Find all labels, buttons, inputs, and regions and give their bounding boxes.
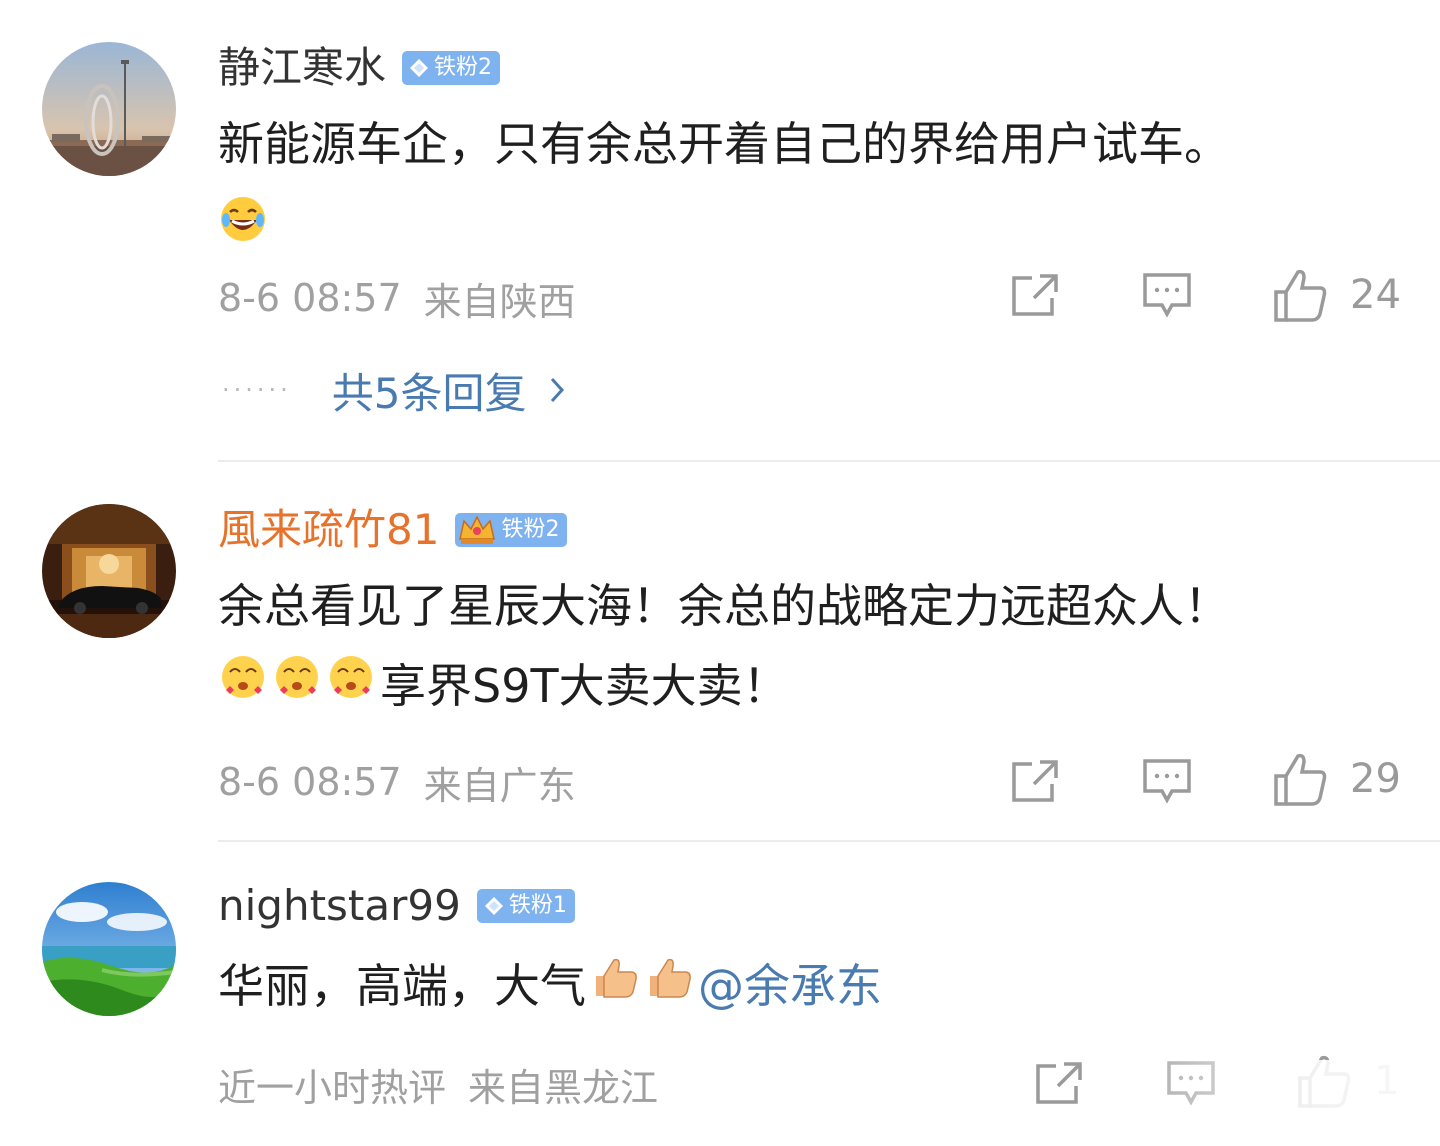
thumbs-up-emoji bbox=[644, 946, 694, 1026]
comment-text-line: 享界S9T大卖大卖！ bbox=[218, 646, 1398, 726]
replies-label: 共5条回复 bbox=[331, 368, 527, 418]
fan-badge[interactable]: 铁粉1 bbox=[476, 889, 575, 923]
like-count: 29 bbox=[1350, 756, 1401, 802]
thumbs-up-icon bbox=[1272, 752, 1328, 806]
diamond-icon bbox=[408, 57, 430, 79]
comment-text-line: 华丽，高端，大气 bbox=[218, 959, 586, 1013]
comment-header: 静江寒水 铁粉2 bbox=[218, 40, 501, 96]
comment-emoji-line bbox=[218, 184, 1398, 268]
username[interactable]: nightstar99 bbox=[218, 885, 461, 927]
share-button[interactable] bbox=[1034, 1060, 1084, 1106]
fan-badge[interactable]: 铁粉2 bbox=[455, 513, 568, 547]
comment-text: 余总看见了星辰大海！余总的战略定力远超众人！ 享界S9T大卖大卖！ bbox=[218, 566, 1398, 726]
heart-eyes-emoji bbox=[218, 646, 268, 726]
reply-dots: ······ bbox=[222, 376, 292, 404]
badge-label: 铁粉2 bbox=[501, 517, 560, 542]
thumbs-up-icon bbox=[1272, 268, 1328, 322]
heart-eyes-emoji bbox=[326, 646, 376, 726]
avatar-image bbox=[42, 42, 176, 176]
fan-badge[interactable]: 铁粉2 bbox=[402, 51, 501, 85]
comment-meta: 近一小时热评 来自黑龙江 bbox=[218, 1054, 658, 1114]
heart-eyes-emoji bbox=[272, 646, 322, 726]
avatar-image bbox=[42, 882, 176, 1016]
badge-label: 铁粉2 bbox=[434, 55, 493, 80]
comment-item: 静江寒水 铁粉2 新能源车企，只有余总开着自己的界给用户试车。 8-6 08:5… bbox=[0, 0, 1440, 462]
diamond-icon bbox=[483, 895, 505, 917]
share-icon bbox=[1010, 272, 1060, 318]
comment-time: 近一小时热评 bbox=[218, 1065, 447, 1110]
comment-text-line: 新能源车企，只有余总开着自己的界给用户试车。 bbox=[218, 117, 1230, 171]
share-button[interactable] bbox=[1010, 272, 1060, 318]
avatar-image bbox=[42, 504, 176, 638]
comment-button[interactable] bbox=[1142, 758, 1192, 806]
username[interactable]: 風来疏竹81 bbox=[218, 509, 439, 551]
avatar[interactable] bbox=[42, 42, 176, 176]
avatar[interactable] bbox=[42, 504, 176, 638]
comment-location: 来自陕西 bbox=[423, 279, 576, 324]
comment-item: 風来疏竹81 铁粉2 余总看见了星辰大海！余总的战略定力远超众人！ 享界S9T大… bbox=[0, 462, 1440, 842]
like-button[interactable]: 29 bbox=[1272, 752, 1401, 806]
chevron-right-icon bbox=[549, 376, 565, 404]
comment-meta: 8-6 08:57 来自陕西 bbox=[218, 268, 576, 328]
comment-location: 来自广东 bbox=[423, 763, 576, 808]
crown-icon bbox=[457, 513, 497, 547]
share-icon bbox=[1010, 758, 1060, 804]
comment-icon bbox=[1142, 758, 1192, 806]
comment-meta: 8-6 08:57 来自广东 bbox=[218, 752, 576, 812]
comment-button[interactable] bbox=[1142, 272, 1192, 320]
comment-time: 8-6 08:57 bbox=[218, 276, 402, 320]
comment-text: 华丽，高端，大气 @余承东 bbox=[218, 946, 1398, 1026]
badge-label: 铁粉1 bbox=[508, 893, 567, 918]
comment-header: 風来疏竹81 铁粉2 bbox=[218, 502, 568, 558]
like-button[interactable]: 24 bbox=[1272, 268, 1401, 322]
username[interactable]: 静江寒水 bbox=[218, 47, 386, 89]
comment-location: 来自黑龙江 bbox=[468, 1065, 659, 1110]
comment-item: nightstar99 铁粉1 华丽，高端，大气 @余承东 近一小时热评 来自黑… bbox=[0, 842, 1440, 1146]
thumbs-up-emoji bbox=[590, 946, 640, 1026]
comment-icon bbox=[1142, 272, 1192, 320]
comment-text-line: 余总看见了星辰大海！余总的战略定力远超众人！ bbox=[218, 579, 1230, 633]
comment-time: 8-6 08:57 bbox=[218, 760, 402, 804]
laughing-tears-emoji bbox=[218, 188, 268, 268]
share-icon bbox=[1034, 1060, 1084, 1106]
share-button[interactable] bbox=[1010, 758, 1060, 804]
view-replies-link[interactable]: 共5条回复 bbox=[332, 360, 565, 421]
like-count: 24 bbox=[1350, 272, 1401, 318]
bottom-fade bbox=[1100, 1060, 1440, 1146]
comment-text: 新能源车企，只有余总开着自己的界给用户试车。 bbox=[218, 104, 1398, 268]
avatar[interactable] bbox=[42, 882, 176, 1016]
mention-link[interactable]: @余承东 bbox=[698, 946, 882, 1026]
comment-header: nightstar99 铁粉1 bbox=[218, 878, 575, 934]
comment-text-continued: 享界S9T大卖大卖！ bbox=[380, 659, 789, 713]
replies-row: ······ 共5条回复 bbox=[222, 360, 565, 420]
